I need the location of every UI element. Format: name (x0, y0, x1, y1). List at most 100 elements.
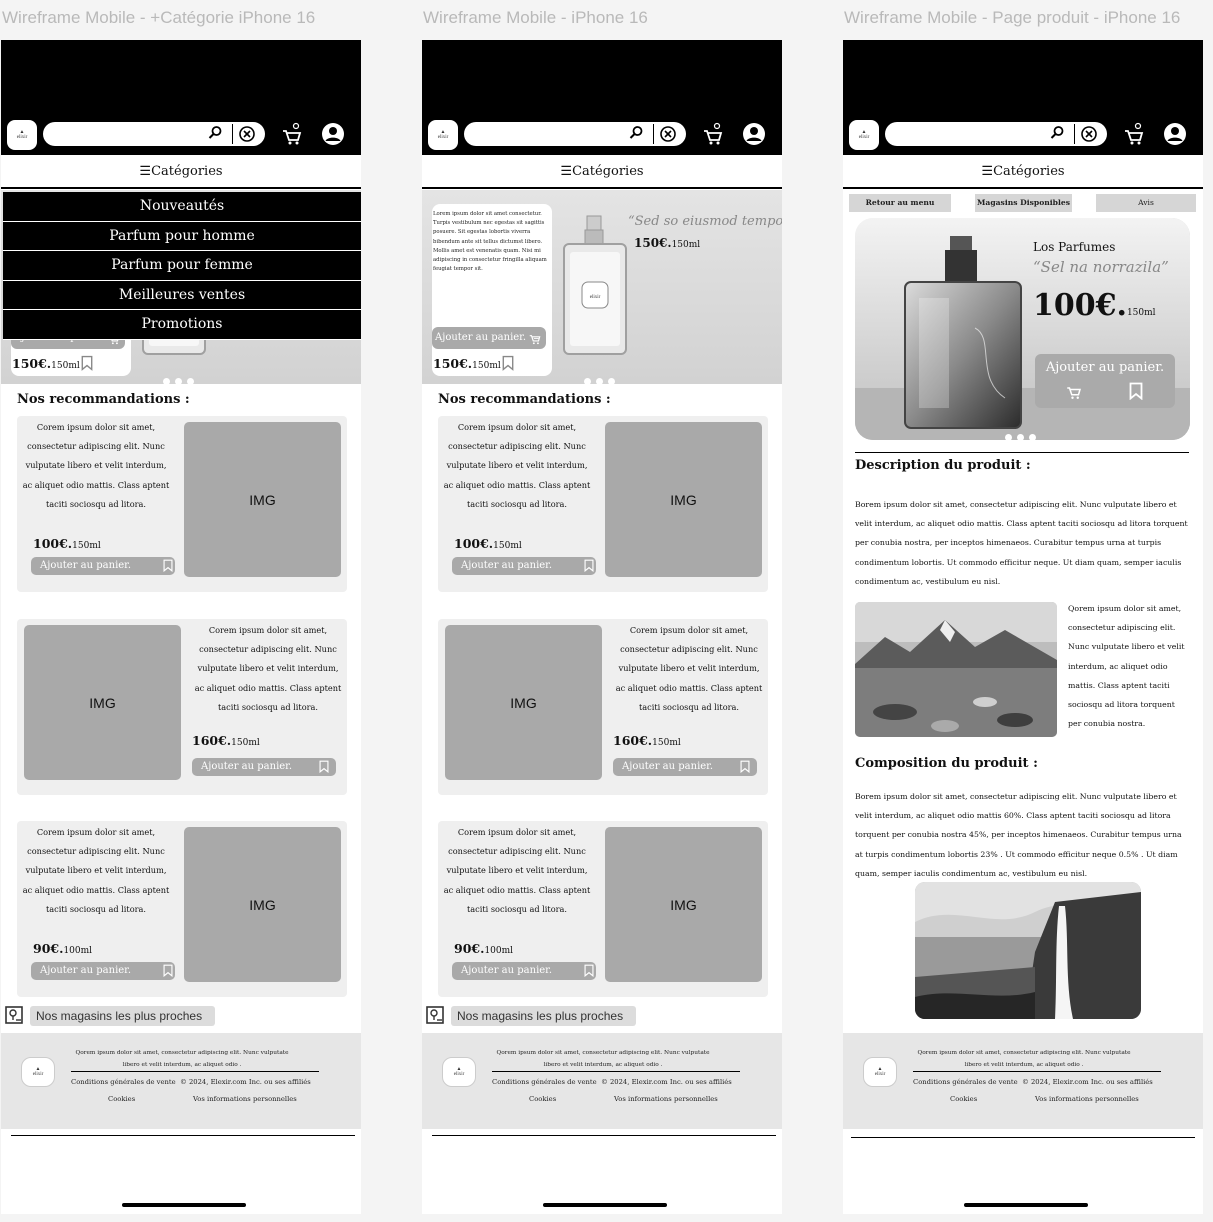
categories-button[interactable]: ☰Catégories (1, 155, 361, 189)
footer: ▲ elixir Qorem ipsum dolor sit amet, conse… (422, 1033, 782, 1129)
side-text: Qorem ipsum dolor sit amet, consectetur … (1068, 604, 1185, 729)
categories-button[interactable]: ☰Catégories (422, 155, 782, 189)
cart-icon[interactable] (702, 122, 724, 146)
menu-item-4[interactable]: Promotions (3, 310, 361, 340)
card-image-placeholder: IMG (24, 625, 181, 780)
menu-item-1[interactable]: Parfum pour homme (3, 221, 361, 251)
card-add-to-cart-button[interactable]: Ajouter au panier. (452, 557, 596, 575)
search-icon[interactable] (207, 125, 223, 141)
personal-info-link[interactable]: Vos informations personnelles (1035, 1095, 1139, 1103)
card-add-to-cart-button[interactable]: Ajouter au panier. (31, 962, 175, 980)
bookmark-icon[interactable] (584, 559, 594, 573)
terms-link[interactable]: Conditions générales de vente (913, 1078, 1018, 1086)
menu-item-3[interactable]: Meilleures ventes (3, 280, 361, 310)
search-input[interactable] (885, 122, 1107, 146)
cart-icon[interactable] (1065, 382, 1083, 400)
clear-icon[interactable] (238, 125, 256, 143)
recommendation-card[interactable]: IMG Corem ipsum dolor sit amet, consectet… (438, 619, 768, 795)
categories-button[interactable]: ☰Catégories (843, 155, 1203, 189)
bookmark-icon[interactable] (319, 760, 329, 774)
recommendation-card[interactable]: Corem ipsum dolor sit amet, consectetur … (438, 821, 768, 997)
card-price: 90€.100ml (454, 941, 514, 956)
account-icon[interactable] (742, 122, 766, 146)
footer: ▲ elixir Qorem ipsum dolor sit amet, conse… (843, 1033, 1203, 1129)
account-icon[interactable] (321, 122, 345, 146)
hero-card: Lorem ipsum dolor sit amet consectetur. … (432, 204, 552, 376)
footer-logo[interactable]: ▲ elixir (863, 1057, 897, 1087)
cookies-link[interactable]: Cookies (529, 1095, 556, 1103)
personal-info-link[interactable]: Vos informations personnelles (614, 1095, 718, 1103)
carousel-dots[interactable] (1005, 426, 1036, 440)
card-description: Corem ipsum dolor sit amet, consectetur … (22, 827, 170, 914)
card-add-to-cart-button[interactable]: Ajouter au panier. (613, 758, 757, 776)
hero-add-to-cart-button[interactable]: Ajouter au panier. (432, 327, 546, 349)
home-indicator[interactable] (122, 1203, 246, 1207)
cart-icon[interactable] (281, 122, 303, 146)
search-separator (232, 124, 233, 144)
frame-title-categories: Wireframe Mobile - +Catégorie iPhone 16 (2, 8, 316, 27)
waterfall-photo (915, 882, 1141, 1019)
footer-logo[interactable]: ▲ elixir (442, 1057, 476, 1087)
bookmark-icon[interactable] (81, 354, 93, 372)
bookmark-icon[interactable] (163, 964, 173, 978)
bookmark-icon[interactable] (1129, 382, 1143, 400)
logo-button[interactable]: ▲ elixir (849, 120, 879, 150)
bookmark-icon[interactable] (584, 964, 594, 978)
bookmark-icon[interactable] (502, 354, 514, 372)
bookmark-icon[interactable] (163, 559, 173, 573)
footer: ▲ elixir Qorem ipsum dolor sit amet, conse… (1, 1033, 361, 1129)
clear-icon[interactable] (659, 125, 677, 143)
recommendation-card[interactable]: Corem ipsum dolor sit amet, consectetur … (17, 821, 347, 997)
bottom-divider (851, 1137, 1195, 1138)
tab-stores-available[interactable]: Magasins Disponibles (975, 194, 1072, 212)
hero-carousel[interactable]: Lorem ipsum dolor sit amet consectetur. … (422, 190, 782, 384)
hero-price-secondary: 150€.150ml (634, 236, 701, 250)
logo-icon: ▲ elixir (858, 130, 870, 140)
divider (855, 452, 1189, 453)
cart-icon[interactable] (1123, 122, 1145, 146)
product-add-to-cart-button[interactable]: Ajouter au panier. (1035, 354, 1175, 408)
phone-home: ▲ elixir ☰Catégories Lorem ipsum dolor si… (422, 40, 782, 1214)
recommendation-card[interactable]: Corem ipsum dolor sit amet, consectetur … (438, 416, 768, 592)
recommendation-card[interactable]: Corem ipsum dolor sit amet, consectetur … (17, 416, 347, 592)
home-indicator[interactable] (543, 1203, 667, 1207)
tab-reviews[interactable]: Avis (1096, 194, 1196, 212)
card-add-to-cart-button[interactable]: Ajouter au panier. (452, 962, 596, 980)
carousel-dots[interactable] (163, 370, 203, 384)
cart-icon[interactable] (528, 331, 542, 345)
logo-button[interactable]: ▲ elixir (7, 120, 37, 150)
cookies-link[interactable]: Cookies (950, 1095, 977, 1103)
recommendations-title: Nos recommandations : (17, 392, 190, 407)
terms-link[interactable]: Conditions générales de vente (71, 1078, 176, 1086)
card-add-to-cart-button[interactable]: Ajouter au panier. (31, 557, 175, 575)
bookmark-icon[interactable] (740, 760, 750, 774)
logo-button[interactable]: ▲ elixir (428, 120, 458, 150)
card-description: Corem ipsum dolor sit amet, consectetur … (22, 422, 170, 509)
search-icon[interactable] (1049, 125, 1065, 141)
cookies-link[interactable]: Cookies (108, 1095, 135, 1103)
footer-divider (492, 1071, 740, 1072)
carousel-dots[interactable] (584, 370, 624, 384)
bottom-divider (11, 1135, 355, 1136)
card-image-placeholder: IMG (445, 625, 602, 780)
search-input[interactable] (43, 122, 265, 146)
tab-back-to-menu[interactable]: Retour au menu (849, 194, 951, 212)
search-separator (1074, 124, 1075, 144)
home-indicator[interactable] (964, 1203, 1088, 1207)
map-pin-icon (426, 1006, 444, 1024)
terms-link[interactable]: Conditions générales de vente (492, 1078, 597, 1086)
menu-item-2[interactable]: Parfum pour femme (3, 251, 361, 281)
logo-icon: ▲ elixir (16, 130, 28, 140)
search-input[interactable] (464, 122, 686, 146)
personal-info-link[interactable]: Vos informations personnelles (193, 1095, 297, 1103)
clear-icon[interactable] (1080, 125, 1098, 143)
recommendation-card[interactable]: IMG Corem ipsum dolor sit amet, consectet… (17, 619, 347, 795)
card-description: Corem ipsum dolor sit amet, consectetur … (194, 625, 342, 712)
search-icon[interactable] (628, 125, 644, 141)
footer-logo[interactable]: ▲ elixir (21, 1057, 55, 1087)
account-icon[interactable] (1163, 122, 1187, 146)
card-image-placeholder: IMG (605, 827, 762, 982)
copyright-text: © 2024, Elexir.com Inc. ou ses affiliés (1022, 1078, 1153, 1086)
card-add-to-cart-button[interactable]: Ajouter au panier. (192, 758, 336, 776)
menu-item-0[interactable]: Nouveautés (3, 192, 361, 222)
